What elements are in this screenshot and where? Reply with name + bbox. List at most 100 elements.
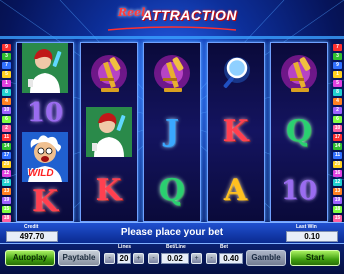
symbol-glyph: Q (158, 173, 186, 209)
payline-indicators-right: 7 3 9 1 5 8 4 2 6 10 17 14 11 20 16 12 13 19 18 15 (333, 44, 342, 222)
payline-tag: 12 (2, 170, 11, 177)
symbol-glyph: A (223, 173, 248, 209)
logo-swoosh-icon (107, 26, 237, 31)
wild-scientist-icon: WILD (22, 132, 68, 182)
last-win-label: Last Win (296, 224, 317, 230)
reel-grid: 10 WILD K K J Q K A Q 10 (16, 42, 328, 222)
payline-tag: 16 (2, 179, 11, 186)
last-win-value: 0.10 (286, 231, 338, 242)
game-stage: Reel ATTRACTION 9 3 7 5 1 8 4 10 6 2 11 14 17 20 12 16 1… (0, 0, 344, 274)
payline-tag: 6 (333, 116, 342, 123)
reel-symbol: K (208, 102, 264, 161)
reel: 10 WILD K (16, 42, 74, 222)
payline-tag: 2 (2, 125, 11, 132)
reel: JQ (143, 42, 201, 222)
reel-symbol: K (17, 182, 73, 221)
payline-tag: 11 (2, 134, 11, 141)
microscope-icon (86, 48, 132, 98)
payline-tag: 14 (2, 143, 11, 150)
reel: KA (206, 42, 265, 222)
payline-tag: 8 (333, 89, 342, 96)
payline-tag: 20 (2, 161, 11, 168)
bet-line-plus-button[interactable]: + (191, 253, 202, 264)
reel-symbol: K (81, 162, 137, 221)
reel-symbol (271, 43, 327, 102)
status-bar: Credit 497.70 Please place your bet Last… (0, 222, 344, 244)
reel-symbol: 10 (17, 93, 73, 132)
payline-tag: 19 (2, 197, 11, 204)
payline-tag: 8 (2, 89, 11, 96)
microscope-icon (276, 48, 322, 98)
reel: K (79, 42, 138, 222)
payline-tag: 20 (333, 161, 342, 168)
payline-tag: 17 (2, 152, 11, 159)
bet-line-value: 0.02 (161, 253, 189, 264)
symbol-glyph: 10 (26, 97, 64, 128)
microscope-icon (149, 48, 195, 98)
payline-tag: 4 (2, 98, 11, 105)
payline-tag: 10 (333, 125, 342, 132)
lines-label: Lines (118, 244, 132, 250)
bet-line-label: Bet/Line (166, 244, 186, 250)
payline-tag: 6 (2, 116, 11, 123)
payline-tag: 12 (333, 179, 342, 186)
reel-symbol: J (144, 102, 200, 161)
lines-plus-button[interactable]: + (133, 253, 144, 264)
reel-symbol: Q (144, 162, 200, 221)
paytable-button[interactable]: Paytable (58, 250, 100, 266)
bet-line-minus-button[interactable]: - (148, 253, 159, 264)
doctor-woman-icon (22, 43, 68, 93)
payline-tag: 3 (2, 53, 11, 60)
payline-tag: 7 (2, 62, 11, 69)
payline-tag: 19 (333, 197, 342, 204)
reel: Q 10 (270, 42, 328, 222)
symbol-glyph: K (31, 183, 59, 219)
bet-minus-button[interactable]: - (206, 253, 217, 264)
reel-symbol: WILD (17, 132, 73, 182)
payline-tag: 7 (333, 44, 342, 51)
payline-tag: 9 (333, 62, 342, 69)
payline-tag: 14 (333, 143, 342, 150)
payline-tag: 15 (333, 215, 342, 222)
lines-minus-button[interactable]: - (104, 253, 115, 264)
reel-symbol: A (208, 162, 264, 221)
start-button[interactable]: Start (290, 250, 340, 266)
reel-symbol (81, 102, 137, 161)
payline-tag: 1 (333, 71, 342, 78)
payline-tag: 4 (333, 98, 342, 105)
payline-tag: 17 (333, 134, 342, 141)
autoplay-button[interactable]: Autoplay (5, 250, 55, 266)
status-message: Please place your bet (120, 227, 224, 238)
payline-tag: 13 (2, 188, 11, 195)
payline-tag: 5 (2, 71, 11, 78)
payline-tag: 18 (2, 215, 11, 222)
logo-word-attraction: ATTRACTION (142, 7, 237, 23)
reel-symbol (81, 43, 137, 102)
bet-label: Bet (220, 244, 229, 250)
payline-tag: 3 (333, 53, 342, 60)
lines-value: 20 (117, 253, 131, 264)
payline-tag: 2 (333, 107, 342, 114)
reel-symbol (144, 43, 200, 102)
payline-tag: 10 (2, 107, 11, 114)
symbol-glyph: 10 (280, 176, 318, 207)
payline-tag: 1 (2, 80, 11, 87)
game-logo: Reel ATTRACTION (100, 4, 244, 38)
reel-symbol (17, 43, 73, 93)
reel-symbol (208, 43, 264, 102)
reel-symbol: Q (271, 102, 327, 161)
payline-tag: 13 (333, 188, 342, 195)
payline-indicators-left: 9 3 7 5 1 8 4 10 6 2 11 14 17 20 12 16 13 19 15 18 (2, 44, 11, 222)
reel-symbol: 10 (271, 162, 327, 221)
credit-value: 497.70 (6, 231, 58, 242)
doctor-woman-icon (85, 106, 132, 157)
gamble-button[interactable]: Gamble (246, 250, 286, 266)
payline-tag: 16 (333, 170, 342, 177)
payline-tag: 18 (333, 206, 342, 213)
symbol-glyph: J (164, 113, 180, 149)
payline-tag: 15 (2, 206, 11, 213)
magnifier-icon (213, 48, 259, 98)
payline-tag: 11 (333, 152, 342, 159)
symbol-glyph: K (95, 173, 122, 209)
symbol-glyph: K (222, 113, 249, 149)
